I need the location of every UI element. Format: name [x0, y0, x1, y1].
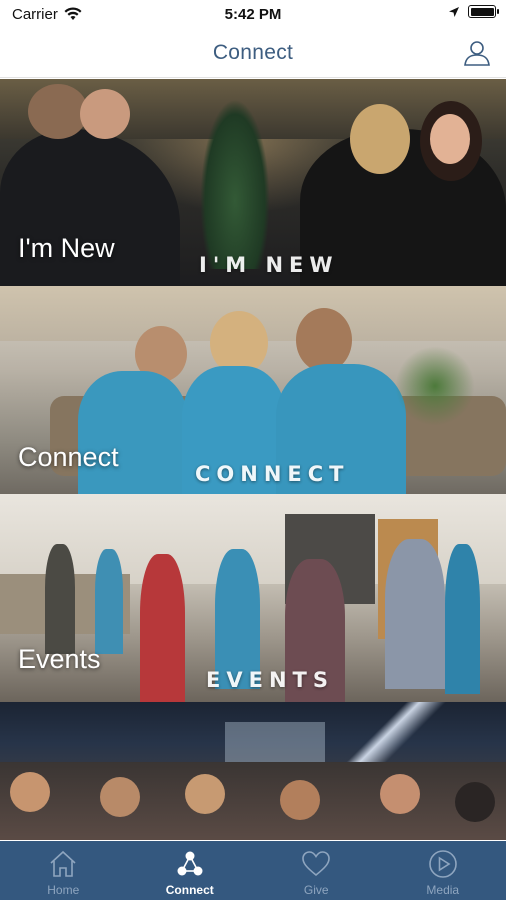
tile-worship-photo: [0, 702, 506, 840]
tab-media[interactable]: Media: [380, 841, 506, 900]
tab-label: Give: [303, 883, 329, 897]
tile-list: I'm New I'M NEW Connect CONNECT Events E…: [0, 79, 506, 840]
person-icon: [464, 41, 490, 66]
tab-bar: Home Connect Give Media: [0, 841, 506, 900]
status-bar: Carrier 5:42 PM: [0, 0, 506, 28]
connect-icon: [177, 851, 203, 876]
tile-worship[interactable]: [0, 702, 506, 840]
location-arrow-icon: [449, 6, 459, 17]
home-icon: [50, 850, 76, 877]
tile-watermark: EVENTS: [206, 668, 334, 692]
tile-title: I'm New: [18, 233, 115, 263]
tab-give[interactable]: Give: [253, 841, 380, 900]
profile-button[interactable]: [462, 38, 492, 68]
nav-bar: Connect: [0, 28, 506, 78]
tile-title: Events: [18, 644, 101, 674]
tile-title: Connect: [18, 442, 119, 472]
tile-watermark: CONNECT: [195, 462, 350, 486]
page-title: Connect: [212, 40, 294, 64]
tile-connect[interactable]: Connect CONNECT: [0, 286, 506, 494]
tab-label: Media: [426, 883, 460, 897]
status-right: [448, 5, 499, 18]
battery-icon: [468, 5, 499, 18]
tile-events[interactable]: Events EVENTS: [0, 494, 506, 702]
tile-im-new[interactable]: I'm New I'M NEW: [0, 79, 506, 286]
play-icon: [428, 850, 457, 878]
tab-label: Connect: [165, 883, 214, 897]
tile-watermark: I'M NEW: [199, 253, 339, 277]
status-time: 5:42 PM: [224, 5, 282, 23]
tab-label: Home: [47, 883, 80, 897]
heart-icon: [302, 851, 331, 877]
tab-home[interactable]: Home: [0, 841, 127, 900]
tab-connect[interactable]: Connect: [127, 841, 254, 900]
